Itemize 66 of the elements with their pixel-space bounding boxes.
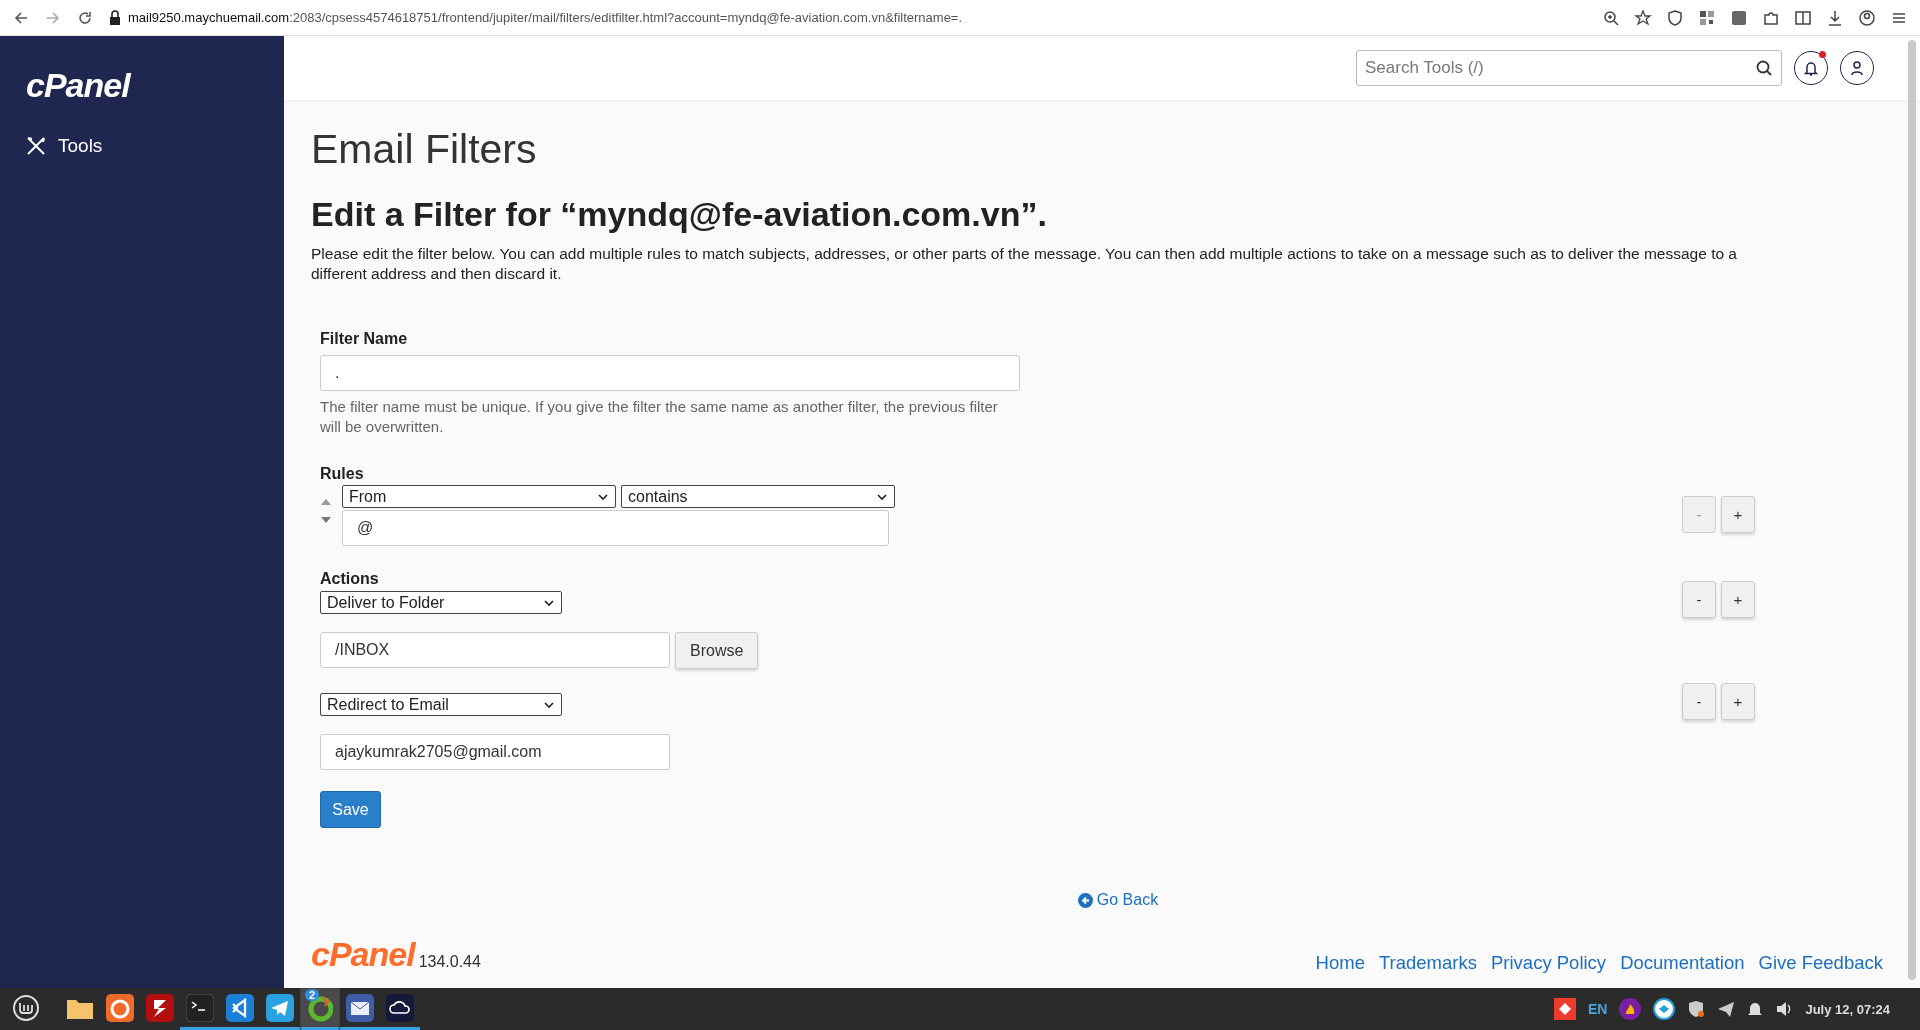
remote-desktop-icon[interactable] xyxy=(1554,998,1576,1020)
operator-select[interactable]: contains xyxy=(621,485,895,508)
code-editor-icon xyxy=(226,993,254,1022)
help-text: The filter name must be unique. If you give the filter the same name as another filter, the previous filter will be overwritten. xyxy=(320,397,999,437)
field-select[interactable]: From xyxy=(342,485,616,508)
tools-icon xyxy=(26,136,46,156)
remove-button[interactable]: - xyxy=(1682,581,1716,618)
footer-link[interactable]: Privacy Policy xyxy=(1491,952,1607,974)
scrollbar[interactable] xyxy=(1908,40,1916,980)
page-heading: Edit a Filter for “myndq@fe-aviation.com.vn”. xyxy=(311,195,1048,234)
split-view-icon[interactable] xyxy=(1794,8,1812,27)
section-label: Rules xyxy=(320,465,365,483)
flame-icon[interactable] xyxy=(1619,998,1642,1020)
count-badge: 2 xyxy=(305,989,320,1001)
shield-icon[interactable] xyxy=(1687,1000,1706,1018)
remove-button[interactable]: - xyxy=(1682,683,1716,720)
bell-icon xyxy=(1804,60,1818,76)
footer-link[interactable]: Home xyxy=(1315,952,1365,974)
envelope-icon xyxy=(346,993,374,1022)
field-label: Filter Name xyxy=(320,330,409,348)
notification-bell-icon[interactable] xyxy=(1747,1000,1764,1018)
move-down-icon[interactable] xyxy=(320,517,332,524)
shield-icon[interactable] xyxy=(1666,8,1684,27)
user-icon xyxy=(1850,60,1864,76)
sync-icon[interactable] xyxy=(1653,998,1676,1020)
page-title: Email Filters xyxy=(311,126,538,173)
paper-plane-icon[interactable] xyxy=(1717,1000,1736,1018)
description: Please edit the filter below. You can add multiple rules to match subjects, addresses, or other parts of the message. You can then add multiple actions to take on a message such as to deliver the message to a different address and then discard it. xyxy=(311,244,1738,284)
browse-button[interactable]: Browse xyxy=(675,632,759,669)
extension-icon[interactable] xyxy=(1730,8,1748,27)
account-icon[interactable] xyxy=(1858,8,1876,27)
terminal-icon xyxy=(186,993,214,1022)
footer-link[interactable]: Trademarks xyxy=(1378,952,1477,974)
sidebar-item[interactable]: Tools xyxy=(26,135,258,157)
rule-value-field[interactable]: @ xyxy=(342,510,889,546)
lock-icon xyxy=(108,9,122,26)
fox-icon xyxy=(106,993,134,1022)
search-field[interactable]: Search Tools (/) xyxy=(1356,50,1782,86)
go-back-link[interactable]: Go Back xyxy=(1077,891,1159,909)
add-button[interactable]: + xyxy=(1721,683,1755,720)
paper-plane-icon xyxy=(266,993,294,1022)
clock[interactable]: July 12, 07:24 xyxy=(1805,1001,1890,1017)
action-select[interactable]: Deliver to Folder xyxy=(320,591,562,614)
address-bar[interactable]: mail9250.maychuemail.com:2083/cpsess4574618751/frontend/jupiter/mail/filters/editfilter.html?account=myndq@fe-aviation.com.vn&filtername=. xyxy=(128,10,963,25)
filter-name-field[interactable]: . xyxy=(320,355,1020,391)
mint-logo-icon xyxy=(12,993,40,1022)
zoom-icon[interactable] xyxy=(1602,8,1620,27)
save-button[interactable]: Save xyxy=(320,791,381,828)
lightning-icon xyxy=(146,993,174,1022)
add-button[interactable]: + xyxy=(1721,581,1755,618)
qr-icon[interactable] xyxy=(1698,8,1716,27)
star-icon[interactable] xyxy=(1634,8,1652,27)
version-text: 134.0.44 xyxy=(418,953,481,971)
search-icon xyxy=(1755,59,1773,77)
add-button[interactable]: + xyxy=(1721,496,1755,533)
email-field[interactable]: ajaykumrak2705@gmail.com xyxy=(320,734,670,770)
download-icon[interactable] xyxy=(1826,8,1844,27)
keyboard-layout[interactable]: EN xyxy=(1588,1001,1608,1017)
cloud-icon xyxy=(386,993,414,1022)
folder-field[interactable]: /INBOX xyxy=(320,632,670,668)
move-up-icon[interactable] xyxy=(320,498,332,505)
action-select[interactable]: Redirect to Email xyxy=(320,693,562,716)
logo[interactable]: cPanel xyxy=(26,66,258,105)
footer-link[interactable]: Give Feedback xyxy=(1758,952,1883,974)
section-label: Actions xyxy=(320,570,380,588)
footer-link[interactable]: Documentation xyxy=(1620,952,1745,974)
